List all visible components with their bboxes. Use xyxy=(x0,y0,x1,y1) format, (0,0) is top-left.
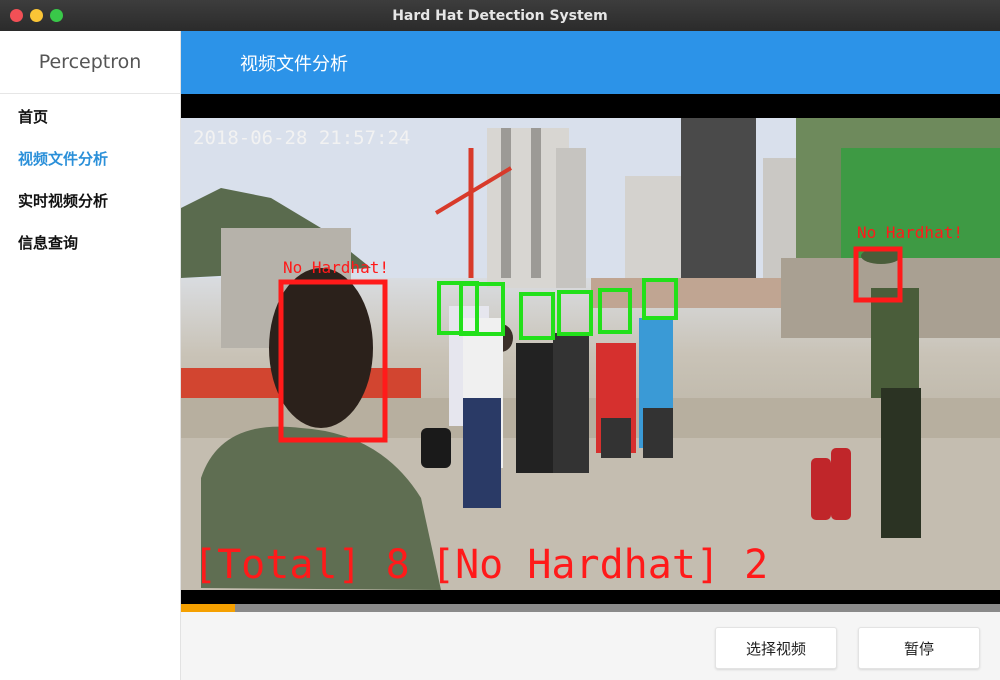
page-header: 视频文件分析 xyxy=(181,31,1000,94)
sidebar: Perceptron 首页 视频文件分析 实时视频分析 信息查询 xyxy=(0,31,181,680)
pause-button[interactable]: 暂停 xyxy=(858,627,980,669)
close-window-button[interactable] xyxy=(10,9,23,22)
detection-label: No Hardhat! xyxy=(283,258,389,277)
detection-box-hardhat xyxy=(519,292,555,340)
title-bar: Hard Hat Detection System xyxy=(0,0,1000,31)
no-hardhat-count-text: [No Hardhat] 2 xyxy=(431,542,768,588)
total-count-text: [Total] 8 xyxy=(193,542,410,588)
sidebar-item-video-file-analysis[interactable]: 视频文件分析 xyxy=(18,148,108,169)
sidebar-item-info-query[interactable]: 信息查询 xyxy=(18,232,78,253)
detection-label: No Hardhat! xyxy=(857,223,963,242)
video-scene: 2018-06-28 21:57:24 No Hardhat! No Hardh… xyxy=(181,118,1000,590)
window-title: Hard Hat Detection System xyxy=(392,7,608,24)
app-window: Hard Hat Detection System Perceptron 首页 … xyxy=(0,0,1000,680)
detection-box-hardhat xyxy=(557,290,593,336)
video-timestamp: 2018-06-28 21:57:24 xyxy=(193,127,410,149)
brand-logo-text: Perceptron xyxy=(0,31,180,94)
video-progress-fill xyxy=(181,604,235,612)
video-player[interactable]: 2018-06-28 21:57:24 No Hardhat! No Hardh… xyxy=(181,94,1000,604)
sidebar-item-home[interactable]: 首页 xyxy=(18,106,48,127)
sidebar-item-realtime-video-analysis[interactable]: 实时视频分析 xyxy=(18,190,108,211)
minimize-window-button[interactable] xyxy=(30,9,43,22)
video-frame: 2018-06-28 21:57:24 No Hardhat! No Hardh… xyxy=(181,118,1000,590)
video-progress-bar[interactable] xyxy=(181,604,1000,612)
select-video-button[interactable]: 选择视频 xyxy=(715,627,837,669)
maximize-window-button[interactable] xyxy=(50,9,63,22)
page-title: 视频文件分析 xyxy=(240,53,348,75)
